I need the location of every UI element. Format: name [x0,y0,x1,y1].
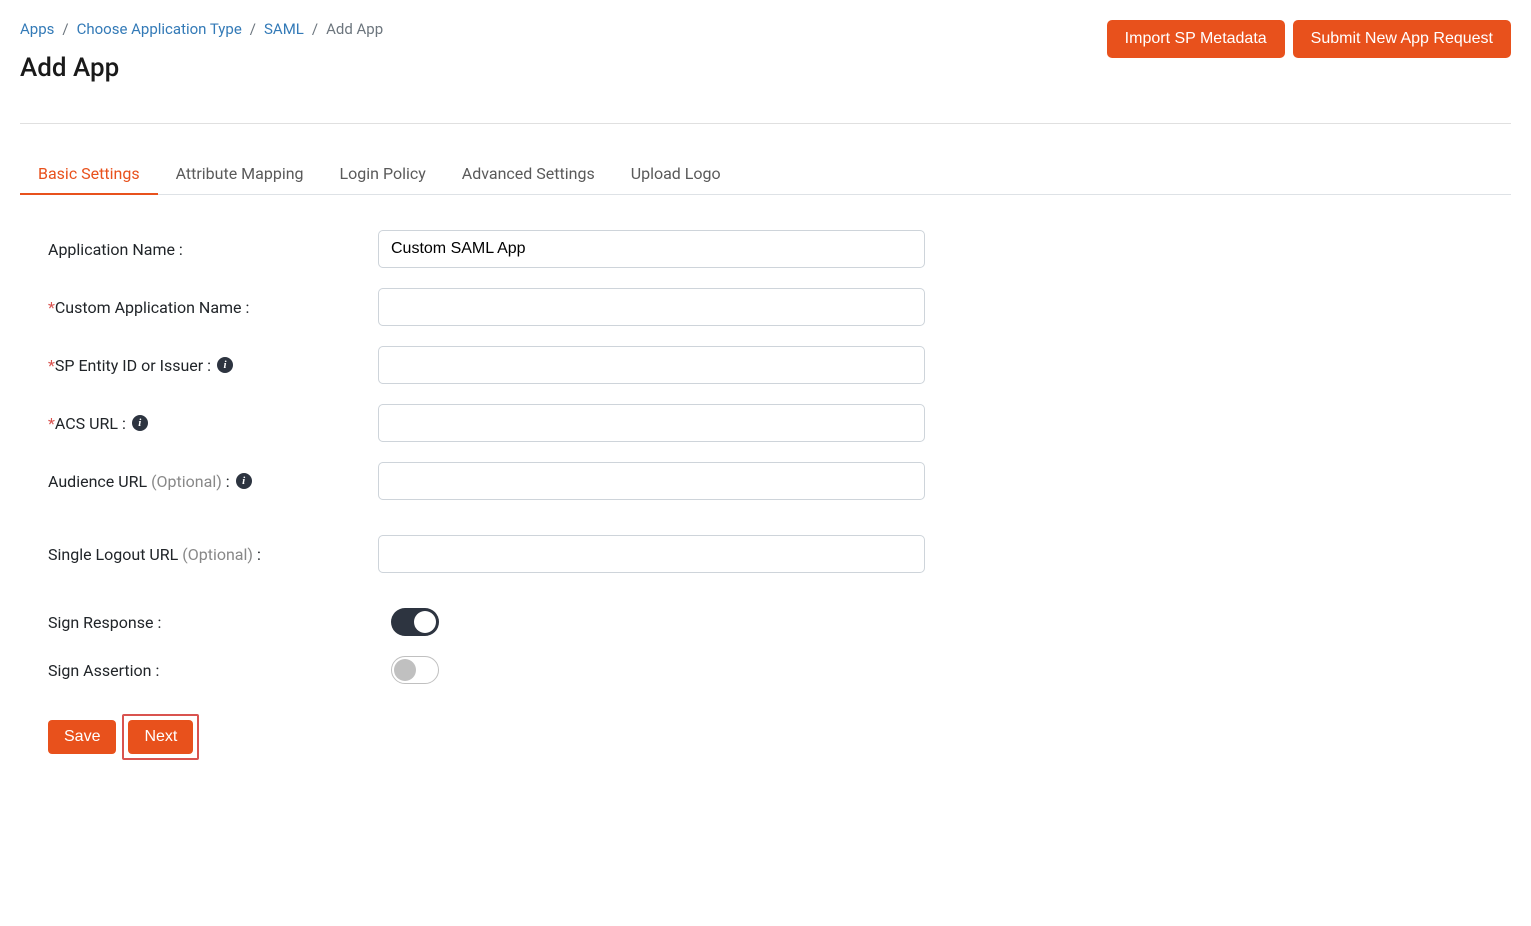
label-custom-application-name: *Custom Application Name : [48,298,378,317]
label-audience-url: Audience URL (Optional) : i [48,472,378,491]
label-application-name: Application Name : [48,240,378,259]
toggle-sign-response[interactable] [391,608,439,636]
input-custom-application-name[interactable] [378,288,925,326]
input-sp-entity-id[interactable] [378,346,925,384]
next-highlight-box: Next [122,714,199,760]
breadcrumb-separator: / [312,20,318,38]
breadcrumb-separator: / [62,20,68,38]
tab-upload-logo[interactable]: Upload Logo [613,154,739,195]
label-sign-assertion: Sign Assertion : [48,661,378,680]
breadcrumb-current: Add App [326,20,383,38]
tabs-container: Basic Settings Attribute Mapping Login P… [20,154,1511,195]
input-audience-url[interactable] [378,462,925,500]
label-single-logout-url: Single Logout URL (Optional) : [48,545,378,564]
info-icon[interactable]: i [132,415,148,431]
breadcrumb-apps[interactable]: Apps [20,20,54,38]
label-sign-response: Sign Response : [48,613,378,632]
breadcrumb-choose-type[interactable]: Choose Application Type [77,20,242,38]
next-button[interactable]: Next [128,720,193,754]
tab-login-policy[interactable]: Login Policy [322,154,444,195]
tab-attribute-mapping[interactable]: Attribute Mapping [158,154,322,195]
input-application-name[interactable] [378,230,925,268]
input-acs-url[interactable] [378,404,925,442]
info-icon[interactable]: i [236,473,252,489]
submit-new-app-request-button[interactable]: Submit New App Request [1293,20,1511,58]
breadcrumb: Apps / Choose Application Type / SAML / … [20,20,383,38]
toggle-sign-assertion[interactable] [391,656,439,684]
page-title: Add App [20,53,383,83]
label-sp-entity-id: *SP Entity ID or Issuer : i [48,356,378,375]
info-icon[interactable]: i [217,357,233,373]
tab-advanced-settings[interactable]: Advanced Settings [444,154,613,195]
divider [20,123,1511,124]
import-sp-metadata-button[interactable]: Import SP Metadata [1107,20,1285,58]
label-acs-url: *ACS URL : i [48,414,378,433]
input-single-logout-url[interactable] [378,535,925,573]
breadcrumb-saml[interactable]: SAML [264,20,304,38]
save-button[interactable]: Save [48,720,116,754]
tab-basic-settings[interactable]: Basic Settings [20,154,158,195]
breadcrumb-separator: / [250,20,256,38]
